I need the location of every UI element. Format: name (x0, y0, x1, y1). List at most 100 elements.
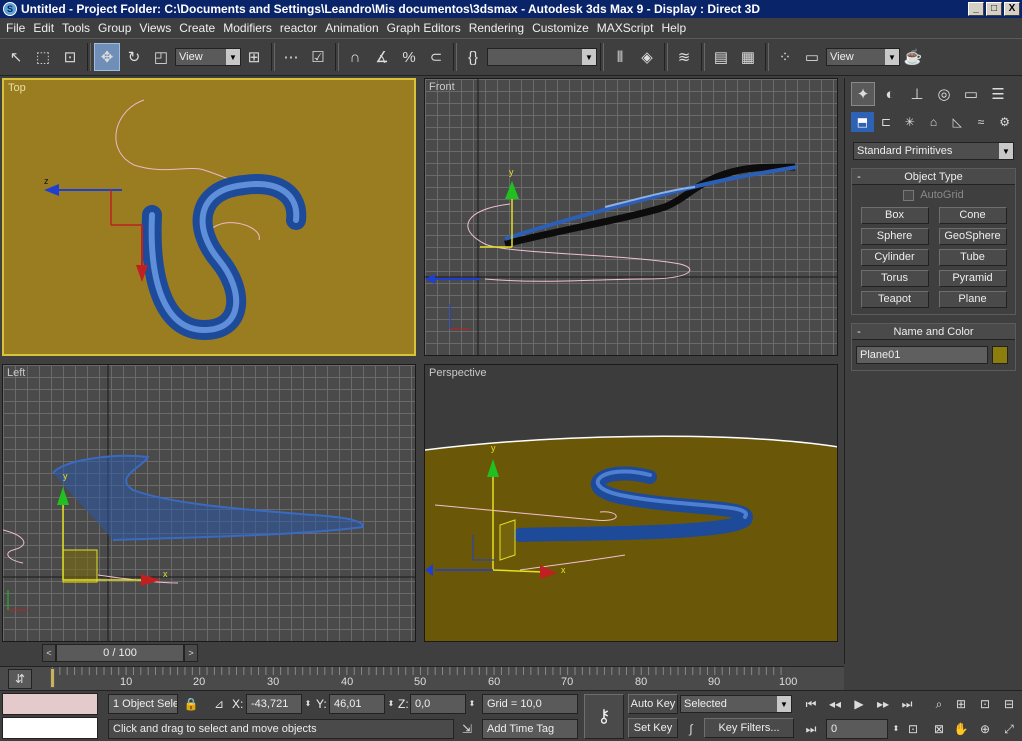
zoom-icon[interactable]: ⌕ (930, 694, 948, 714)
pyramid-button[interactable]: Pyramid (938, 270, 1007, 287)
named-set-icon[interactable]: {} (460, 43, 486, 71)
display-tab-icon[interactable]: ▭ (959, 82, 983, 106)
utilities-tab-icon[interactable]: ☰ (986, 82, 1010, 106)
play-icon[interactable]: ▶ (850, 694, 868, 714)
curve-icon[interactable]: ▤ (708, 43, 734, 71)
default-tangents-icon[interactable]: ∫ (682, 719, 700, 739)
menu-tools[interactable]: Tools (58, 21, 94, 35)
menu-edit[interactable]: Edit (29, 21, 58, 35)
category-dropdown[interactable]: Standard Primitives ▼ (853, 142, 1014, 160)
app-icon[interactable]: S (3, 2, 17, 16)
absolute-mode-icon[interactable]: ⊿ (210, 694, 228, 714)
maximize-button[interactable]: □ (986, 2, 1002, 16)
previous-frame-icon[interactable]: ◂◂ (826, 694, 844, 714)
minimize-button[interactable]: _ (968, 2, 984, 16)
go-to-end-icon[interactable]: ⏭ (898, 694, 916, 714)
key-filters-button[interactable]: Key Filters... (704, 718, 794, 738)
object-type-header[interactable]: - Object Type (852, 169, 1015, 185)
close-button[interactable]: X (1004, 2, 1020, 16)
time-tag-icon[interactable]: ⇲ (458, 719, 476, 739)
x-coordinate-field[interactable]: -43,721 (246, 694, 302, 714)
spinner-snap-icon[interactable]: ⊂ (423, 43, 449, 71)
maxscript-listener-bottom[interactable] (2, 717, 98, 739)
add-time-tag-field[interactable]: Add Time Tag (482, 719, 578, 739)
rollout-collapse-icon[interactable]: - (852, 326, 866, 338)
cameras-icon[interactable]: ⌂ (922, 112, 945, 132)
angle-snap-icon[interactable]: ∡ (369, 43, 395, 71)
z-coordinate-field[interactable]: 0,0 (410, 694, 466, 714)
menu-animation[interactable]: Animation (321, 21, 382, 35)
menu-group[interactable]: Group (94, 21, 135, 35)
layer-icon[interactable]: ≋ (671, 43, 697, 71)
zoom-extents-all-icon[interactable]: ⊟ (1000, 694, 1018, 714)
window-icon[interactable]: ⊡ (57, 43, 83, 71)
menu-rendering[interactable]: Rendering (465, 21, 528, 35)
viewport-perspective-label[interactable]: Perspective (429, 367, 486, 379)
region-zoom-icon[interactable]: ⊠ (930, 719, 948, 739)
lock-icon[interactable]: 🔒 (182, 694, 200, 714)
create-tab-icon[interactable]: ✦ (851, 82, 875, 106)
go-to-start-icon[interactable]: ⏮ (802, 694, 820, 714)
zoom-all-icon[interactable]: ⊞ (952, 694, 970, 714)
viewport-left-label[interactable]: Left (7, 367, 25, 379)
key-mode-toggle-icon[interactable]: ⏭ (802, 719, 820, 739)
lights-icon[interactable]: ✳ (898, 112, 921, 132)
render-scene-icon[interactable]: ▭ (799, 43, 825, 71)
menu-modifiers[interactable]: Modifiers (219, 21, 276, 35)
align-icon[interactable]: ◈ (634, 43, 660, 71)
torus-button[interactable]: Torus (860, 270, 929, 287)
autogrid-checkbox[interactable]: AutoGrid (852, 189, 1015, 201)
snap-icon[interactable]: ∩ (342, 43, 368, 71)
arc-rotate-icon[interactable]: ⊕ (976, 719, 994, 739)
viewport-top[interactable]: Top z (2, 78, 416, 356)
modify-tab-icon[interactable]: ◐ (878, 82, 902, 106)
hierarchy-tab-icon[interactable]: ⊥ (905, 82, 929, 106)
systems-icon[interactable]: ⚙ (993, 112, 1016, 132)
track-bar-menu-icon[interactable]: ⇵ (8, 669, 32, 689)
menu-file[interactable]: File (2, 21, 29, 35)
spinner-icon[interactable]: ⬍ (302, 694, 314, 714)
current-frame-marker[interactable] (50, 668, 55, 688)
render-view-dropdown[interactable]: View ▼ (826, 48, 900, 66)
geosphere-button[interactable]: GeoSphere (938, 228, 1007, 245)
menu-views[interactable]: Views (135, 21, 175, 35)
time-slider[interactable]: 0 / 100 (56, 644, 184, 662)
menu-help[interactable]: Help (657, 21, 690, 35)
cone-button[interactable]: Cone (938, 207, 1007, 224)
track-bar[interactable]: ⇵ 10 20 30 40 50 60 70 80 90 100 (0, 666, 844, 690)
helpers-icon[interactable]: ◺ (946, 112, 969, 132)
time-prev-button[interactable]: < (42, 644, 56, 662)
menu-graph-editors[interactable]: Graph Editors (383, 21, 465, 35)
next-frame-icon[interactable]: ▸▸ (874, 694, 892, 714)
zoom-extents-icon[interactable]: ⊡ (976, 694, 994, 714)
box-button[interactable]: Box (860, 207, 929, 224)
pivot-icon[interactable]: ⊞ (241, 43, 267, 71)
object-color-swatch[interactable] (992, 346, 1008, 364)
select-icon[interactable]: ↖ (3, 43, 29, 71)
rotate-icon[interactable]: ↻ (121, 43, 147, 71)
current-frame-field[interactable]: 0 (826, 719, 888, 739)
spinner-icon[interactable]: ⬍ (385, 694, 397, 714)
key-mode-dropdown[interactable]: Selected ▼ (680, 695, 792, 713)
menu-customize[interactable]: Customize (528, 21, 593, 35)
name-color-header[interactable]: - Name and Color (852, 324, 1015, 340)
unlink-icon[interactable]: ☑ (305, 43, 331, 71)
shapes-icon[interactable]: ⊏ (875, 112, 898, 132)
menu-create[interactable]: Create (175, 21, 219, 35)
object-name-field[interactable]: Plane01 (856, 346, 988, 364)
auto-key-button[interactable]: Auto Key (628, 694, 678, 714)
teapot-button[interactable]: Teapot (860, 291, 929, 308)
rollout-collapse-icon[interactable]: - (852, 171, 866, 183)
tube-button[interactable]: Tube (938, 249, 1007, 266)
plane-button[interactable]: Plane (938, 291, 1007, 308)
time-config-icon[interactable]: ⊡ (904, 719, 922, 739)
sphere-button[interactable]: Sphere (860, 228, 929, 245)
maximize-viewport-icon[interactable]: ⤢ (1000, 719, 1018, 739)
spinner-icon[interactable]: ⬍ (466, 694, 478, 714)
cylinder-button[interactable]: Cylinder (860, 249, 929, 266)
schematic-icon[interactable]: ▦ (735, 43, 761, 71)
move-icon[interactable]: ✥ (94, 43, 120, 71)
mirror-icon[interactable]: ⫴ (607, 43, 633, 71)
material-icon[interactable]: ⁘ (772, 43, 798, 71)
pan-icon[interactable]: ✋ (952, 719, 970, 739)
